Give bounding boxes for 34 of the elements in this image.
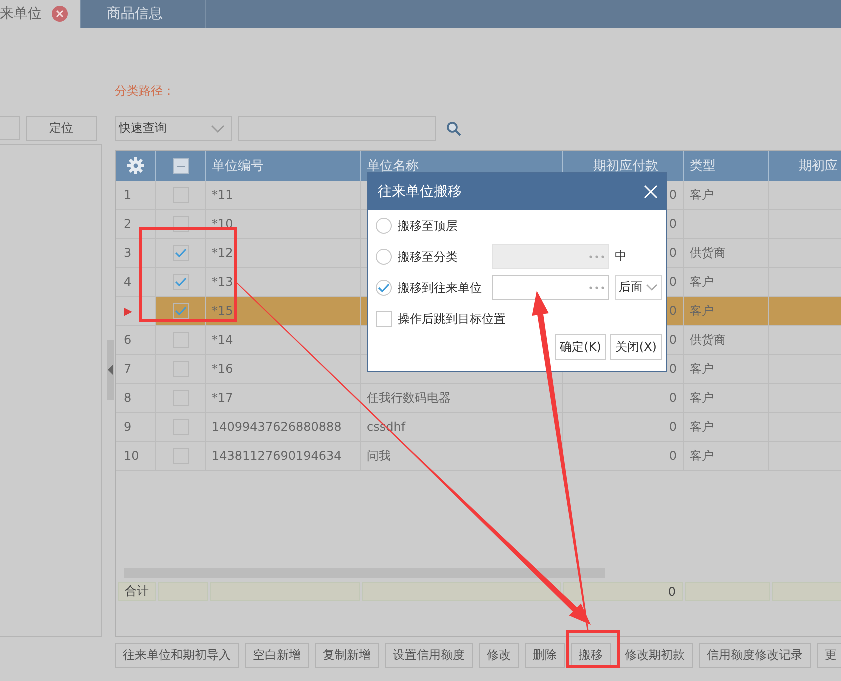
table-cell: 14099437626880888: [206, 413, 361, 441]
row-number: 6: [116, 326, 156, 354]
totals-cell: 0: [563, 582, 683, 601]
row-number: 4: [116, 268, 156, 296]
option-label: 搬移至顶层: [398, 218, 459, 234]
dialog-title: 往来单位搬移: [378, 182, 462, 200]
table-cell: 0: [563, 413, 684, 441]
table-cell: 14381127690194634: [206, 442, 361, 470]
row-number: 7: [116, 355, 156, 383]
row-number: 1: [116, 181, 156, 209]
totals-label: 合计: [118, 582, 156, 601]
row-number: 8: [116, 384, 156, 412]
option-label: 操作后跳到目标位置: [398, 310, 506, 326]
table-cell: 客户: [684, 268, 769, 296]
table-cell: 客户: [684, 413, 769, 441]
table-cell: 供货商: [684, 326, 769, 354]
table-cell: *12: [206, 239, 361, 267]
table-cell: 客户: [684, 442, 769, 470]
table-cell: 客户: [684, 384, 769, 412]
category-path-label: 分类路径：: [115, 83, 176, 99]
table-cell: 客户: [684, 355, 769, 383]
option-label: 搬移到往来单位: [398, 280, 483, 296]
row-number: 9: [116, 413, 156, 441]
suffix-label: 中: [615, 248, 627, 265]
table-cell: *11: [206, 181, 361, 209]
table-cell: 客户: [684, 297, 769, 325]
option-label: 搬移至分类: [398, 248, 459, 264]
table-cell: *15: [206, 297, 361, 325]
row-number: 3: [116, 239, 156, 267]
row-number: 10: [116, 442, 156, 470]
table-cell: 客户: [684, 181, 769, 209]
table-cell: 供货商: [684, 239, 769, 267]
table-cell: 0: [563, 384, 684, 412]
row-number: 2: [116, 210, 156, 238]
